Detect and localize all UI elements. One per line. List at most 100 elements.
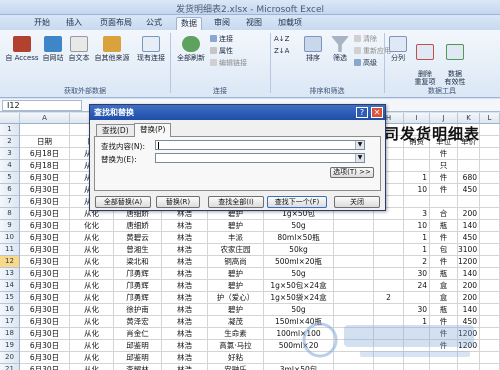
cell[interactable]: 从化 (70, 244, 114, 256)
cell[interactable]: 从化 (70, 268, 114, 280)
cell[interactable]: 6月30日 (20, 304, 70, 316)
cell[interactable]: 6月30日 (20, 280, 70, 292)
data-validation-button[interactable]: 数据 有效性 (440, 36, 470, 86)
cell[interactable]: 铜高尚 (208, 256, 264, 268)
cell[interactable] (458, 160, 480, 172)
row-header[interactable]: 5 (0, 172, 20, 184)
cell[interactable] (480, 244, 500, 256)
cell[interactable]: 瓶 (430, 268, 458, 280)
cell[interactable]: 450 (458, 232, 480, 244)
cell[interactable]: 50g (264, 220, 334, 232)
cell[interactable]: 唐细娇 (114, 220, 162, 232)
cell[interactable] (480, 268, 500, 280)
row-header[interactable]: 6 (0, 184, 20, 196)
cell[interactable]: 6月18日 (20, 148, 70, 160)
row-header[interactable]: 13 (0, 268, 20, 280)
cell[interactable] (480, 280, 500, 292)
name-box[interactable]: I12 (2, 100, 82, 111)
cell[interactable]: 件 (430, 184, 458, 196)
cell[interactable]: 6月30日 (20, 352, 70, 364)
cell[interactable]: 黄碧云 (114, 232, 162, 244)
cell[interactable]: 邱鉴明 (114, 352, 162, 364)
cell[interactable] (374, 220, 404, 232)
cell[interactable]: 林浩 (162, 268, 208, 280)
cell[interactable]: 件 (430, 172, 458, 184)
cell[interactable]: 1 (404, 172, 430, 184)
cell[interactable] (480, 220, 500, 232)
cell[interactable]: 140 (458, 220, 480, 232)
cell[interactable]: 碧护 (208, 304, 264, 316)
cell[interactable]: 件 (430, 148, 458, 160)
cell[interactable] (20, 124, 70, 136)
row-header[interactable]: 21 (0, 364, 20, 370)
tab-page-layout[interactable]: 页面布局 (96, 17, 136, 30)
cell[interactable]: 6月30日 (20, 172, 70, 184)
cell[interactable] (480, 160, 500, 172)
cell[interactable]: 碧护 (208, 220, 264, 232)
cell[interactable]: 24 (404, 280, 430, 292)
row-header[interactable]: 2 (0, 136, 20, 148)
cell[interactable]: 6月30日 (20, 196, 70, 208)
tab-review[interactable]: 审阅 (210, 17, 234, 30)
cell[interactable]: 安融乐 (208, 364, 264, 370)
replace-all-button[interactable]: 全部替换(A) (95, 196, 151, 208)
row-header[interactable]: 14 (0, 280, 20, 292)
cell[interactable] (404, 160, 430, 172)
cell[interactable]: 件 (430, 256, 458, 268)
cell[interactable] (374, 268, 404, 280)
cell[interactable]: 从化 (70, 328, 114, 340)
row-header[interactable]: 17 (0, 316, 20, 328)
cell[interactable]: 林浩 (162, 220, 208, 232)
find-all-button[interactable]: 查找全部(I) (208, 196, 264, 208)
chevron-down-icon[interactable]: ▼ (355, 141, 364, 149)
sort-za-button[interactable]: Z↓A (274, 47, 289, 56)
cell[interactable]: 李耀林 (114, 364, 162, 370)
cell[interactable]: 2 (404, 256, 430, 268)
cell[interactable]: 林浩 (162, 232, 208, 244)
cell[interactable] (480, 148, 500, 160)
column-header[interactable]: A (20, 113, 70, 124)
cell[interactable] (334, 256, 374, 268)
cell[interactable]: 1 (404, 232, 430, 244)
cell[interactable] (374, 244, 404, 256)
tab-replace[interactable]: 替换(P) (134, 123, 172, 137)
cell[interactable]: 10 (404, 184, 430, 196)
cell[interactable]: 林浩 (162, 328, 208, 340)
tab-home[interactable]: 开始 (30, 17, 54, 30)
cell[interactable]: 200 (458, 280, 480, 292)
row-header[interactable]: 9 (0, 220, 20, 232)
cell[interactable]: 1 (404, 244, 430, 256)
cell[interactable] (374, 256, 404, 268)
cell[interactable]: 6月30日 (20, 184, 70, 196)
cell[interactable] (334, 292, 374, 304)
cell[interactable]: 6月30日 (20, 232, 70, 244)
row-header[interactable]: 4 (0, 160, 20, 172)
row-header[interactable]: 16 (0, 304, 20, 316)
from-access-button[interactable]: 自 Access (4, 36, 40, 62)
replace-input[interactable]: ▼ (155, 153, 365, 163)
cell[interactable]: 6月30日 (20, 316, 70, 328)
text-to-columns-button[interactable]: 分列 (386, 36, 410, 62)
cell[interactable]: 2 (374, 292, 404, 304)
existing-connections-button[interactable]: 现有连接 (134, 36, 168, 62)
cell[interactable]: 日期 (20, 136, 70, 148)
row-header[interactable]: 19 (0, 340, 20, 352)
cell[interactable] (334, 280, 374, 292)
cell[interactable]: 盒 (430, 280, 458, 292)
row-header[interactable]: 15 (0, 292, 20, 304)
cell[interactable]: 200 (458, 208, 480, 220)
cell[interactable]: 农家庄园 (208, 244, 264, 256)
row-header[interactable]: 7 (0, 196, 20, 208)
sort-az-button[interactable]: A↓Z (274, 35, 289, 44)
cell[interactable]: 50kg (264, 244, 334, 256)
cell[interactable] (480, 208, 500, 220)
cell[interactable]: 只 (430, 160, 458, 172)
cell[interactable]: 邝勇辉 (114, 280, 162, 292)
cell[interactable]: 林浩 (162, 316, 208, 328)
cell[interactable]: 从化 (70, 280, 114, 292)
clear-filter-button[interactable]: 清除 (354, 35, 377, 44)
cell[interactable] (374, 280, 404, 292)
cell[interactable]: 瓶 (430, 220, 458, 232)
cell[interactable]: 6月30日 (20, 256, 70, 268)
cell[interactable]: 邱鉴明 (114, 340, 162, 352)
